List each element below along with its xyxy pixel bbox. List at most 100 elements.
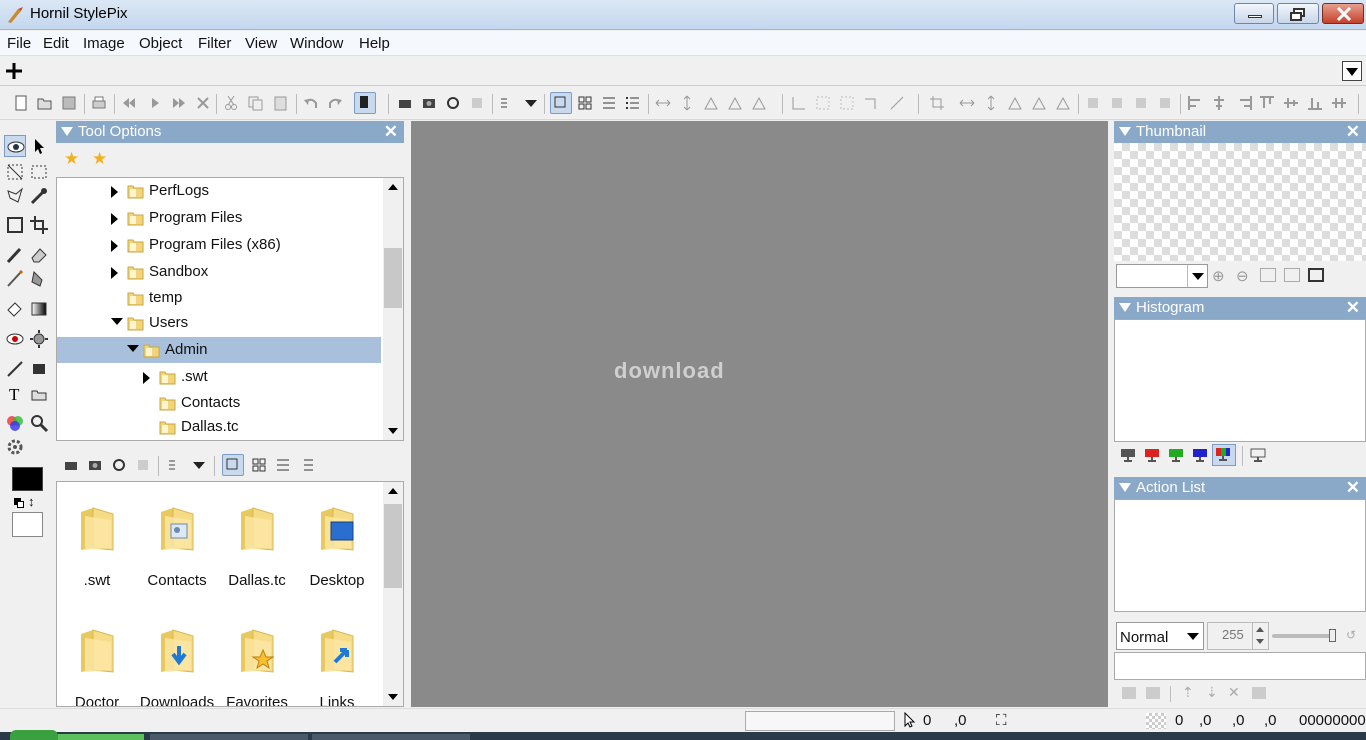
foreground-color-swatch[interactable] (12, 467, 43, 491)
brightness-icon[interactable] (28, 328, 50, 350)
histogram-options-icon[interactable] (1248, 446, 1268, 464)
align-center-icon[interactable] (1210, 94, 1228, 112)
line-icon[interactable] (4, 358, 26, 380)
collapse-arrow-icon[interactable] (111, 186, 118, 198)
rotate-right-icon[interactable] (726, 94, 744, 112)
cut-icon[interactable] (222, 94, 240, 112)
file-item[interactable]: Downloads (137, 612, 217, 706)
histogram-red-icon[interactable] (1142, 446, 1162, 464)
browse-view-large-icon[interactable] (222, 454, 244, 476)
align-top-icon[interactable] (1258, 94, 1276, 112)
tree-scrollbar[interactable] (383, 178, 403, 440)
minimize-button[interactable] (1234, 3, 1274, 24)
browse-view-grid-icon[interactable] (250, 456, 268, 474)
crop-tool-icon[interactable] (28, 214, 50, 236)
merge-layer-icon[interactable] (1252, 687, 1266, 699)
file-item[interactable]: Links (297, 612, 377, 706)
browse-camera-icon[interactable] (86, 456, 104, 474)
image-frame-icon[interactable] (28, 383, 50, 405)
scroll-down-arrow-icon[interactable] (388, 428, 398, 434)
restore-button[interactable] (1277, 3, 1319, 24)
browser-scroll-thumb[interactable] (384, 504, 402, 588)
browse-view-tiles-icon[interactable] (274, 456, 292, 474)
object-rotate-left-icon[interactable] (1006, 94, 1024, 112)
action-list-collapse-icon[interactable] (1119, 483, 1131, 492)
clone-stamp-icon[interactable] (28, 268, 50, 290)
file-item[interactable]: Favorites (217, 612, 297, 706)
tab-list-dropdown[interactable] (1342, 61, 1362, 81)
thumbnail-collapse-icon[interactable] (1119, 127, 1131, 136)
ruler-icon[interactable] (790, 94, 808, 112)
align-bottom-icon[interactable] (1306, 94, 1324, 112)
zoom-fit-icon[interactable] (1260, 268, 1276, 282)
browse-sort-icon[interactable] (166, 456, 184, 474)
tree-item[interactable]: Users (57, 310, 381, 336)
collapse-arrow-icon[interactable] (111, 240, 118, 252)
browser-scrollbar[interactable] (383, 482, 403, 706)
browse-sort-dropdown-icon[interactable] (190, 456, 208, 474)
rotate-180-icon[interactable] (750, 94, 768, 112)
taskbar-item[interactable] (150, 734, 308, 740)
view-eye-icon[interactable] (4, 135, 26, 157)
background-color-swatch[interactable] (12, 512, 43, 537)
fill-bucket-icon[interactable] (4, 298, 26, 320)
view-grid-icon[interactable] (576, 94, 594, 112)
browser-scroll-up-arrow-icon[interactable] (388, 488, 398, 494)
rotate-left-icon[interactable] (702, 94, 720, 112)
lasso-icon[interactable] (4, 185, 26, 207)
tree-item[interactable]: Program Files (57, 205, 381, 231)
eraser-icon[interactable] (28, 244, 50, 266)
delete-layer-icon[interactable]: ✕ (1228, 684, 1240, 701)
object-rotate-right-icon[interactable] (1030, 94, 1048, 112)
browse-delete-icon[interactable] (134, 456, 152, 474)
menu-help[interactable]: Help (359, 35, 390, 52)
tree-item[interactable]: Dallas.tc (57, 414, 381, 440)
star-icon[interactable]: ★ (64, 149, 79, 169)
flip-vertical-icon[interactable] (678, 94, 696, 112)
eyedropper-icon[interactable] (28, 185, 50, 207)
grid-icon[interactable] (814, 94, 832, 112)
zoom-in-icon[interactable]: ⊕ (1212, 267, 1225, 285)
bring-front-icon[interactable] (1084, 94, 1102, 112)
histogram-collapse-icon[interactable] (1119, 303, 1131, 312)
tree-item[interactable]: Admin (57, 337, 381, 363)
scroll-up-arrow-icon[interactable] (388, 184, 398, 190)
menu-window[interactable]: Window (290, 35, 343, 52)
layer-down-icon[interactable]: ⇣ (1206, 684, 1218, 701)
text-tool-icon[interactable]: T (4, 383, 26, 405)
redo-icon[interactable] (326, 94, 344, 112)
close-button[interactable] (1322, 3, 1364, 24)
blend-mode-select[interactable]: Normal (1116, 622, 1204, 650)
image-canvas[interactable] (411, 121, 1108, 707)
close-image-icon[interactable] (194, 94, 212, 112)
browse-folder-icon[interactable] (62, 456, 80, 474)
send-back-icon[interactable] (1156, 94, 1174, 112)
snap-icon[interactable] (862, 94, 880, 112)
opacity-slider-handle[interactable] (1329, 629, 1336, 642)
file-item[interactable]: Dallas.tc (217, 490, 297, 600)
tree-item[interactable]: Sandbox (57, 259, 381, 285)
collapse-arrow-icon[interactable] (111, 213, 118, 225)
swap-colors-icon[interactable]: ↕ (14, 495, 36, 509)
align-middle-icon[interactable] (1282, 94, 1300, 112)
delete-icon[interactable] (468, 94, 486, 112)
histogram-close-icon[interactable]: ✕ (1346, 298, 1360, 318)
refresh-icon[interactable] (444, 94, 462, 112)
object-flip-v-icon[interactable] (982, 94, 1000, 112)
browse-refresh-icon[interactable] (110, 456, 128, 474)
save-icon[interactable] (60, 94, 78, 112)
histogram-green-icon[interactable] (1166, 446, 1186, 464)
gradient-icon[interactable] (28, 298, 50, 320)
flip-horizontal-icon[interactable] (654, 94, 672, 112)
open-folder-icon[interactable] (36, 94, 54, 112)
menu-filter[interactable]: Filter (198, 35, 231, 52)
pencil-icon[interactable] (4, 268, 26, 290)
menu-file[interactable]: File (7, 35, 31, 52)
transform-icon[interactable] (4, 214, 26, 236)
zoom-select[interactable] (1116, 264, 1208, 288)
collapse-arrow-icon[interactable] (143, 372, 150, 384)
file-item[interactable]: Doctor (57, 612, 137, 706)
histogram-luminance-icon[interactable] (1118, 446, 1138, 464)
measure-icon[interactable] (888, 94, 906, 112)
tree-item[interactable]: Program Files (x86) (57, 232, 381, 258)
